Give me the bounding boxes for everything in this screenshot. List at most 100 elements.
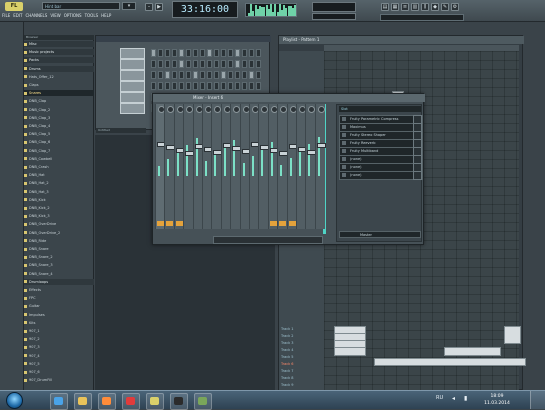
step-button[interactable] [165,82,170,90]
step-button[interactable] [172,60,177,68]
play-icon[interactable]: ▶ [155,3,163,11]
playlist-button[interactable]: ▤ [381,3,389,11]
step-button[interactable] [179,49,184,57]
step-button[interactable] [158,82,163,90]
step-button[interactable] [172,82,177,90]
browser-item[interactable]: DNB_Snare [24,246,94,252]
browser-item[interactable]: 907_DrumFill [24,377,94,383]
pattern-clip[interactable] [334,347,366,356]
track-label[interactable]: Track 5 [281,354,321,361]
browser-item[interactable]: 907_6 [24,369,94,375]
step-button[interactable] [158,71,163,79]
browser-item[interactable]: DNB_Clap_5 [24,131,94,137]
channel-button[interactable] [120,59,145,70]
network-icon[interactable]: ▮ [464,395,467,402]
route-button[interactable] [157,221,164,226]
pattern-display[interactable] [312,13,356,20]
menu-item[interactable]: VIEW [50,12,60,20]
step-button[interactable] [186,60,191,68]
channel-button[interactable] [120,70,145,81]
step-button[interactable] [235,82,240,90]
volume-icon[interactable]: ◂ [452,395,455,402]
route-button[interactable] [166,221,174,226]
menu-item[interactable]: CHANNELS [25,12,47,20]
browser-item[interactable]: 907_3 [24,344,94,350]
step-button[interactable] [221,49,226,57]
step-button[interactable] [235,71,240,79]
step-button[interactable] [249,71,254,79]
track-label[interactable]: Track 8 [281,375,321,382]
step-button[interactable] [221,82,226,90]
route-button[interactable] [288,221,296,226]
browser-item[interactable]: 907_1 [24,328,94,334]
browser-item[interactable]: Drumloops [24,278,94,285]
step-button[interactable] [242,71,247,79]
fx-enable-icon[interactable] [342,117,346,121]
step-button[interactable] [228,71,233,79]
language-indicator[interactable]: RU [436,395,443,401]
step-button[interactable] [193,71,198,79]
fx-enable-icon[interactable] [342,149,346,153]
step-button[interactable] [214,82,219,90]
step-button[interactable] [200,71,205,79]
ie-icon[interactable] [50,393,68,410]
step-button[interactable] [186,49,191,57]
menu-item[interactable]: HELP [101,12,111,20]
step-button[interactable] [158,60,163,68]
pattern-clip[interactable] [444,347,501,356]
browser-item[interactable]: Music projects [24,49,94,56]
fx-output-select[interactable]: Master [339,231,421,238]
step-button[interactable] [186,71,191,79]
channel-button[interactable] [120,103,145,114]
browser-item[interactable]: DNB_Snare_2 [24,254,94,260]
browser-item[interactable]: Misc [24,41,94,47]
step-button[interactable] [151,82,156,90]
step-button[interactable] [207,49,212,57]
browser-item[interactable]: Kits [24,320,94,326]
browser-item[interactable]: Packs [24,57,94,64]
browser-item[interactable]: Guitar [24,303,94,309]
browser-item[interactable]: Snares [24,90,94,97]
browser-item[interactable]: DNB_Clap_3 [24,115,94,121]
browser-item[interactable]: DNB_Hat_3 [24,189,94,195]
browser-item[interactable]: DNB_Clap_6 [24,139,94,145]
step-button[interactable] [179,71,184,79]
step-button[interactable] [165,60,170,68]
step-button[interactable] [228,49,233,57]
fx-enable-icon[interactable] [342,157,346,161]
browser-item[interactable]: DNB_Ride [24,238,94,244]
step-button[interactable] [242,60,247,68]
browser-item[interactable]: DNB_Clap_7 [24,148,94,154]
channel-rack-button[interactable]: ▥ [411,3,419,11]
clock-time[interactable]: 18:09 [482,394,512,399]
fx-menu-icon[interactable] [413,171,422,180]
route-button[interactable] [175,221,183,226]
step-button[interactable] [249,49,254,57]
show-desktop-button[interactable] [530,391,545,409]
browser-item[interactable]: Claps [24,82,94,88]
track-label[interactable]: Track 2 [281,333,321,340]
browser-item[interactable]: DNB_Hat_2 [24,180,94,186]
step-button[interactable] [235,60,240,68]
browser-item[interactable]: DNB_Kick_2 [24,205,94,211]
browser-item[interactable]: DNB_Clap_2 [24,107,94,113]
step-button[interactable] [242,82,247,90]
step-button[interactable] [256,49,261,57]
track-label[interactable]: Track 3 [281,340,321,347]
media-icon[interactable] [98,393,116,410]
step-button[interactable] [249,82,254,90]
step-button[interactable] [249,60,254,68]
step-button[interactable] [172,71,177,79]
clock-date[interactable]: 11.03.2014 [482,401,512,406]
step-button[interactable] [242,49,247,57]
menu-item[interactable]: TOOLS [85,12,99,20]
browser-item[interactable]: FPC [24,295,94,301]
fl-icon[interactable] [146,393,164,410]
fx-enable-icon[interactable] [342,133,346,137]
step-button[interactable] [207,82,212,90]
browser-item[interactable]: DNB_Kick_3 [24,213,94,219]
pan-knob[interactable] [317,106,325,113]
step-button[interactable] [158,49,163,57]
browser-item[interactable]: DNB_Cowbell [24,156,94,162]
menu-item[interactable]: OPTIONS [64,12,82,20]
